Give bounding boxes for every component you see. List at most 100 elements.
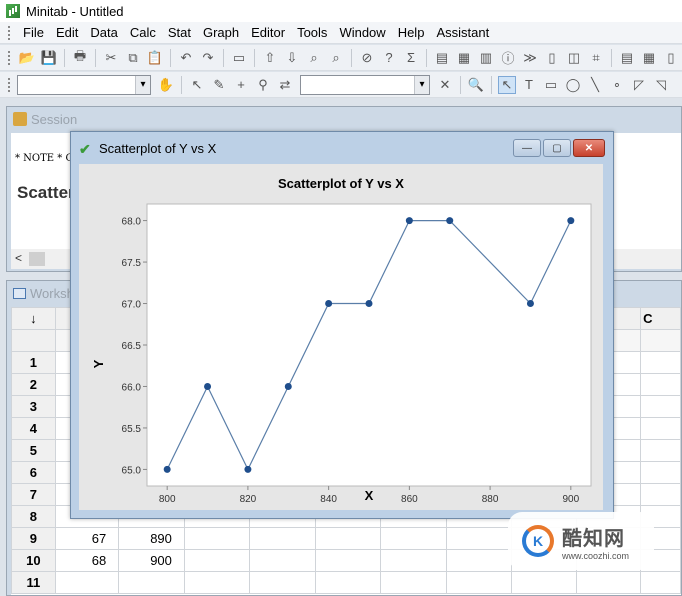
cell[interactable] <box>380 571 447 594</box>
rectangle-tool-icon[interactable]: ▭ <box>542 76 560 94</box>
cell[interactable] <box>640 571 681 594</box>
save-icon[interactable]: 💾 <box>40 49 58 67</box>
cell[interactable] <box>54 571 120 594</box>
row-header[interactable]: 5 <box>11 439 56 462</box>
menu-help[interactable]: Help <box>392 25 431 40</box>
session-window-icon[interactable]: ▤ <box>433 49 451 67</box>
data-point[interactable] <box>284 382 292 390</box>
cell[interactable] <box>640 483 681 506</box>
find-icon[interactable]: ⌕ <box>305 49 323 67</box>
history-icon[interactable]: ≫ <box>521 49 539 67</box>
cell[interactable] <box>380 527 447 550</box>
cell[interactable] <box>183 549 251 572</box>
cell[interactable] <box>640 373 681 396</box>
menu-graph[interactable]: Graph <box>197 25 245 40</box>
cell[interactable] <box>314 571 382 594</box>
row-header[interactable]: 7 <box>11 483 56 506</box>
data-point[interactable] <box>244 465 252 473</box>
cell[interactable] <box>314 527 382 550</box>
menu-window[interactable]: Window <box>333 25 391 40</box>
cell[interactable]: 890 <box>118 527 185 550</box>
grip-handle[interactable] <box>8 77 11 92</box>
move-down-icon[interactable]: ⇩ <box>283 49 301 67</box>
row-header[interactable] <box>11 329 56 352</box>
cell[interactable] <box>380 549 447 572</box>
cell[interactable] <box>118 571 185 594</box>
cell[interactable] <box>249 571 316 594</box>
row-header[interactable]: 2 <box>11 373 56 396</box>
menu-stat[interactable]: Stat <box>162 25 197 40</box>
menu-calc[interactable]: Calc <box>124 25 162 40</box>
ellipse-tool-icon[interactable]: ◯ <box>564 76 582 94</box>
cancel-icon[interactable]: ⊘ <box>358 49 376 67</box>
cell[interactable] <box>445 571 513 594</box>
session-titlebar[interactable]: Session <box>7 107 681 131</box>
data-point[interactable] <box>446 217 454 225</box>
cut-icon[interactable]: ✂ <box>102 49 120 67</box>
corner-cell[interactable]: ↓ <box>11 307 56 330</box>
polygon-tool-icon[interactable]: ◹ <box>652 76 670 94</box>
row-header[interactable]: 10 <box>11 549 56 572</box>
row-header[interactable]: 6 <box>11 461 56 484</box>
data-point[interactable] <box>365 300 373 308</box>
polyline-tool-icon[interactable]: ◸ <box>630 76 648 94</box>
data-point[interactable] <box>325 300 333 308</box>
cell[interactable] <box>511 571 578 594</box>
print-icon[interactable]: 🖶 <box>71 48 89 67</box>
scatterplot-chart[interactable]: Scatterplot of Y vs X 65.0 65.5 66.0 66.5 67… <box>79 164 603 510</box>
line-tool-icon[interactable]: ╲ <box>586 76 604 94</box>
open-icon[interactable]: 📂 <box>18 49 36 67</box>
cell[interactable] <box>183 571 251 594</box>
scroll-left-arrow-icon[interactable]: < <box>15 251 22 265</box>
cell[interactable]: 68 <box>54 549 120 572</box>
stat-guide-icon[interactable]: Σ <box>402 49 420 67</box>
text-tool-icon[interactable]: T <box>520 76 538 94</box>
flag-icon[interactable]: ⚲ <box>254 76 272 94</box>
delete-icon[interactable]: ✕ <box>436 76 454 94</box>
cell[interactable] <box>314 549 382 572</box>
cell[interactable] <box>183 527 251 550</box>
swap-icon[interactable]: ⇄ <box>276 76 294 94</box>
maximize-button[interactable]: ▢ <box>543 139 571 157</box>
menu-file[interactable]: File <box>17 25 50 40</box>
row-header[interactable]: 1 <box>11 351 56 374</box>
cell[interactable] <box>445 527 513 550</box>
scatterplot-window[interactable]: ✔ Scatterplot of Y vs X — ▢ ✕ Scatterplo… <box>70 131 614 519</box>
cell[interactable] <box>640 417 681 440</box>
worksheet-folder-icon[interactable]: ▦ <box>640 49 658 67</box>
brush-icon[interactable]: ✋ <box>157 76 175 94</box>
new-doc-icon[interactable]: ◫ <box>565 49 583 67</box>
data-point[interactable] <box>405 217 413 225</box>
data-point[interactable] <box>567 217 575 225</box>
font-combo[interactable] <box>300 74 430 95</box>
zoom-icon[interactable]: 🔍 <box>467 76 485 94</box>
worksheet-icon[interactable]: ▦ <box>455 49 473 67</box>
menu-editor[interactable]: Editor <box>245 25 291 40</box>
cell[interactable] <box>640 395 681 418</box>
row-header[interactable]: 9 <box>11 527 56 550</box>
minimize-button[interactable]: — <box>513 139 541 157</box>
marker-tool-icon[interactable]: ∘ <box>608 76 626 94</box>
session-folder-icon[interactable]: ▤ <box>618 49 636 67</box>
cell[interactable] <box>445 549 513 572</box>
menu-tools[interactable]: Tools <box>291 25 333 40</box>
cell[interactable] <box>576 571 642 594</box>
cell[interactable] <box>249 549 316 572</box>
cell[interactable] <box>640 461 681 484</box>
graph-element-combo[interactable] <box>17 74 151 95</box>
scrollbar-thumb[interactable] <box>29 252 45 266</box>
grip-handle[interactable] <box>8 25 11 40</box>
paste-icon[interactable]: 📋 <box>146 49 164 67</box>
arrow-select-icon[interactable]: ↖ <box>498 75 516 94</box>
undo-icon[interactable]: ↶ <box>177 49 195 67</box>
menu-edit[interactable]: Edit <box>50 25 84 40</box>
cell[interactable]: 900 <box>118 549 185 572</box>
row-header[interactable]: 8 <box>11 505 56 528</box>
graphs-folder-icon[interactable]: ▯ <box>662 49 680 67</box>
graph-area[interactable]: Scatterplot of Y vs X 65.0 65.5 66.0 66.5 67… <box>79 164 603 510</box>
graph-icon[interactable]: ▥ <box>477 49 495 67</box>
column-name-cell[interactable] <box>640 329 681 352</box>
help-icon[interactable]: ? <box>380 49 398 67</box>
cell[interactable]: 67 <box>54 527 120 550</box>
column-header[interactable]: C <box>640 307 681 330</box>
